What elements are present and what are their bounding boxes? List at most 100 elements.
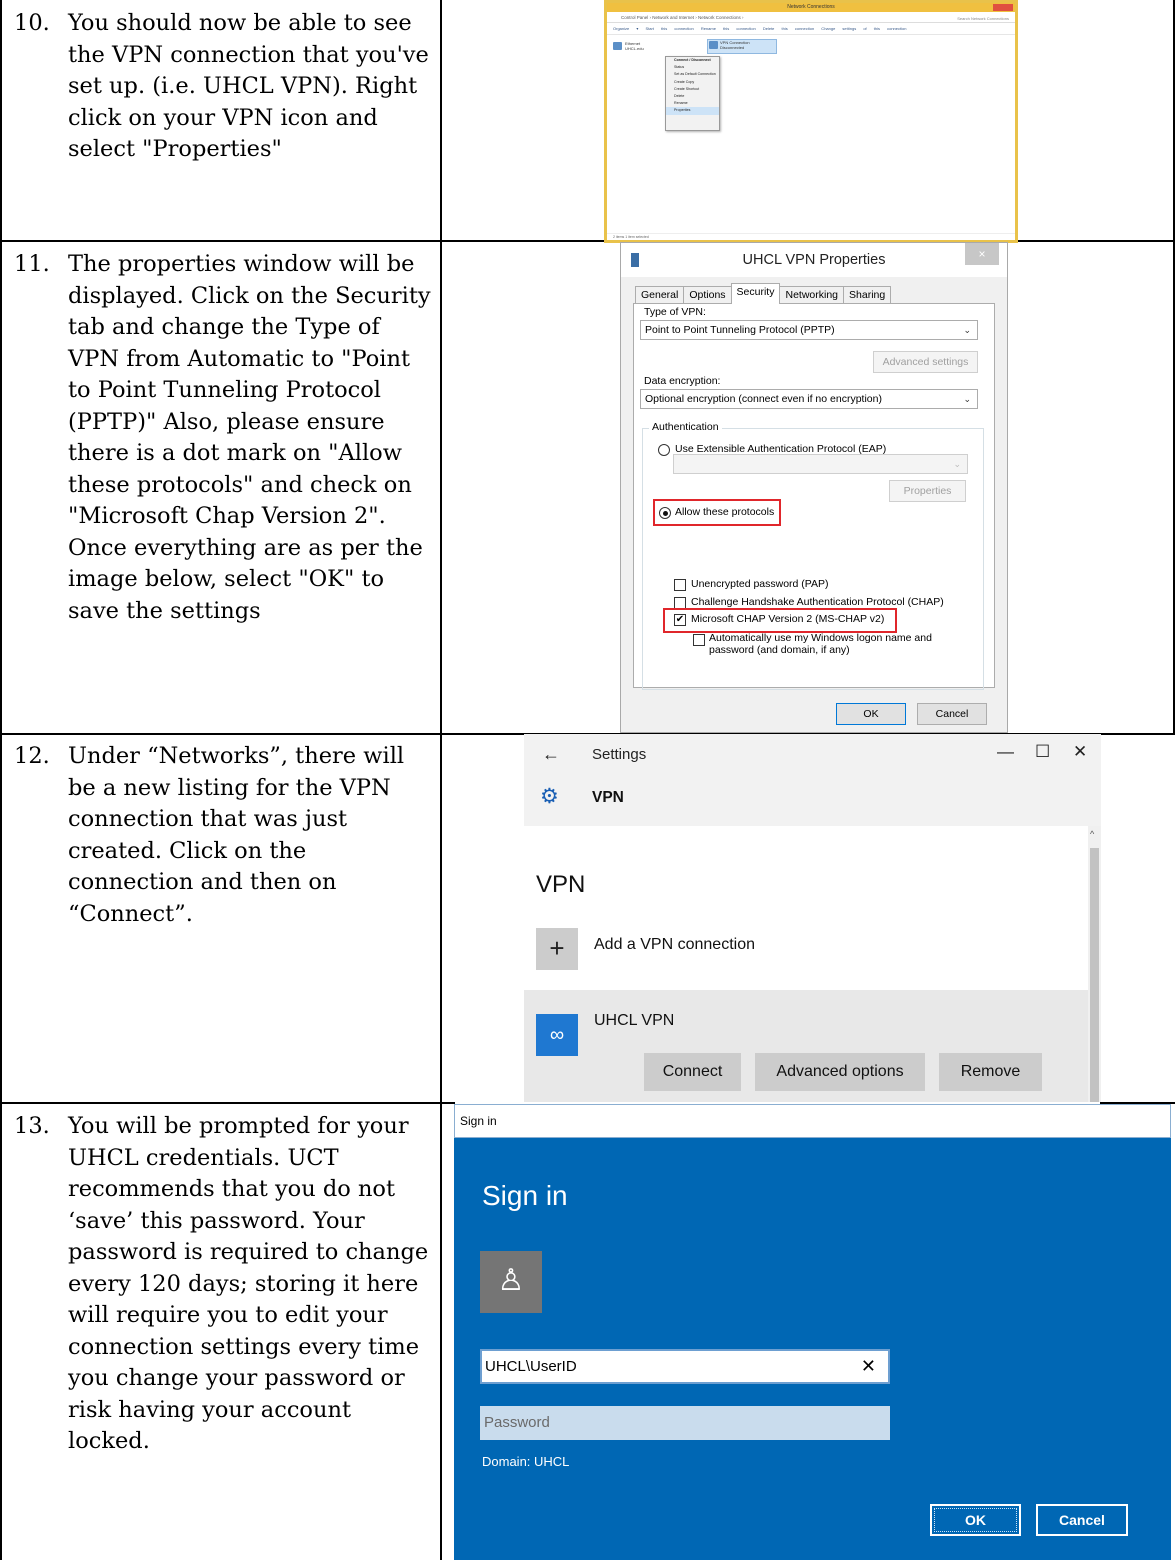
eap-radio[interactable] <box>658 444 670 456</box>
window-titlebar: Network Connections <box>607 3 1015 12</box>
tab-strip: General Options Security Networking Shar… <box>635 283 892 304</box>
scrollbar-thumb[interactable] <box>1090 848 1099 1102</box>
remove-button[interactable]: Remove <box>939 1053 1042 1091</box>
vpn-connection-item[interactable]: ∞ UHCL VPN Connect Advanced options Remo… <box>524 990 1088 1102</box>
app-title: Settings <box>592 746 647 763</box>
chap-label: Challenge Handshake Authentication Proto… <box>691 596 944 608</box>
maximize-icon[interactable]: ☐ <box>1035 742 1050 762</box>
allow-protocols-label: Allow these protocols <box>675 506 775 518</box>
dialog-titlebar: UHCL VPN Properties × <box>621 243 1007 277</box>
tab-sharing[interactable]: Sharing <box>843 286 892 304</box>
mschap-label: Microsoft CHAP Version 2 (MS-CHAP v2) <box>691 613 885 625</box>
vpn-type-label: Type of VPN: <box>644 306 706 318</box>
vpn-type-value: Point to Point Tunneling Protocol (PPTP) <box>645 324 835 336</box>
cancel-button[interactable]: Cancel <box>1036 1504 1128 1536</box>
eap-properties-button[interactable]: Properties <box>889 480 966 502</box>
gear-icon: ⚙ <box>540 785 559 808</box>
connection-item-ethernet[interactable]: Ethernet UHCL.edu <box>613 41 663 51</box>
table-border-left <box>0 0 2 1560</box>
auto-logon-label-2: password (and domain, if any) <box>709 644 850 656</box>
allow-protocols-radio[interactable] <box>659 507 671 519</box>
settings-vpn-screenshot: ← Settings — ☐ ✕ ⚙ VPN ^ VPN + Add a VPN… <box>524 734 1101 1102</box>
status-bar: 2 items 1 item selected <box>607 233 1015 240</box>
tab-security[interactable]: Security <box>730 283 781 304</box>
connection-item-vpn[interactable]: VPN Connection Disconnected <box>707 39 777 54</box>
step-number: 11. <box>14 251 50 277</box>
mschap-checkbox[interactable]: ✔ <box>674 614 686 626</box>
pap-label: Unencrypted password (PAP) <box>691 578 829 590</box>
step-number: 12. <box>14 743 50 769</box>
sign-in-heading: Sign in <box>482 1180 568 1211</box>
username-field[interactable]: UHCL\UserID ✕ <box>480 1349 890 1384</box>
step-10: 10. You should now be able to see the VP… <box>14 8 434 166</box>
user-avatar-icon: ♙ <box>480 1251 542 1313</box>
advanced-settings-button[interactable]: Advanced settings <box>873 351 978 373</box>
step-11: 11. The properties window will be displa… <box>14 249 434 627</box>
ok-button[interactable]: OK <box>930 1504 1021 1536</box>
menu-item-set-default[interactable]: Set as Default Connection <box>666 71 719 78</box>
clear-icon[interactable]: ✕ <box>861 1351 876 1382</box>
scrollbar[interactable]: ^ <box>1088 826 1101 1102</box>
search-box[interactable]: Search Network Connections <box>957 13 1009 24</box>
menu-item-rename[interactable]: Rename <box>666 100 719 107</box>
step-number: 10. <box>14 10 50 36</box>
network-connections-screenshot: Network Connections Control Panel › Netw… <box>604 0 1018 243</box>
encryption-select[interactable]: Optional encryption (connect even if no … <box>640 389 978 409</box>
section-title: VPN <box>536 871 586 898</box>
vpn-type-select[interactable]: Point to Point Tunneling Protocol (PPTP)… <box>640 320 978 340</box>
address-bar[interactable]: Control Panel › Network and Internet › N… <box>607 12 1015 23</box>
step-12: 12. Under “Networks”, there will be a ne… <box>14 741 434 930</box>
encryption-value: Optional encryption (connect even if no … <box>645 393 882 405</box>
step-13: 13. You will be prompted for your UHCL c… <box>14 1111 434 1458</box>
page-title: VPN <box>592 789 624 806</box>
close-button[interactable]: × <box>965 243 999 265</box>
connect-button[interactable]: Connect <box>644 1053 741 1091</box>
tab-general[interactable]: General <box>635 286 685 304</box>
scroll-up-icon[interactable]: ^ <box>1090 829 1094 839</box>
address-path: Control Panel › Network and Internet › N… <box>621 15 744 20</box>
window-controls[interactable] <box>993 4 1013 11</box>
minimize-icon[interactable]: — <box>997 742 1014 762</box>
password-field[interactable]: Password <box>480 1406 890 1440</box>
network-adapter-icon <box>613 42 622 50</box>
step-text: You will be prompted for your UHCL crede… <box>68 1113 429 1454</box>
vpn-adapter-icon <box>709 41 718 49</box>
command-bar[interactable]: Organize ▾ Start this connection Rename … <box>607 23 1015 35</box>
step-text: Under “Networks”, there will be a new li… <box>68 743 405 927</box>
sign-in-pane: Sign in ♙ UHCL\UserID ✕ Password Domain:… <box>454 1138 1171 1560</box>
context-menu: Connect / Disconnect Status Set as Defau… <box>665 56 720 131</box>
add-icon[interactable]: + <box>536 928 578 970</box>
table-border-middle <box>440 0 442 1560</box>
sign-in-screenshot: Sign in Sign in ♙ UHCL\UserID ✕ Password… <box>454 1104 1171 1560</box>
dialog-app-icon <box>631 253 639 267</box>
eap-method-select[interactable]: ⌄ <box>673 454 968 474</box>
auto-logon-checkbox[interactable] <box>693 634 705 646</box>
domain-label: Domain: UHCL <box>482 1454 570 1469</box>
item-sub: UHCL.edu <box>625 46 644 51</box>
menu-item-status[interactable]: Status <box>666 64 719 71</box>
window-title: Network Connections <box>787 4 835 10</box>
table-row-divider <box>0 1102 455 1104</box>
menu-item-delete[interactable]: Delete <box>666 93 719 100</box>
auto-logon-label-1: Automatically use my Windows logon name … <box>709 632 932 644</box>
username-value: UHCL\UserID <box>485 1358 577 1375</box>
advanced-options-button[interactable]: Advanced options <box>755 1053 925 1091</box>
menu-item-create-copy[interactable]: Create Copy <box>666 79 719 86</box>
ok-button[interactable]: OK <box>836 703 906 725</box>
authentication-group-title: Authentication <box>649 421 722 433</box>
encryption-label: Data encryption: <box>644 375 721 387</box>
add-vpn-connection-link[interactable]: Add a VPN connection <box>594 936 755 954</box>
tab-options[interactable]: Options <box>683 286 732 304</box>
pap-checkbox[interactable] <box>674 579 686 591</box>
tab-networking[interactable]: Networking <box>779 286 845 304</box>
chevron-down-icon: ⌄ <box>953 459 961 469</box>
menu-item-connect[interactable]: Connect / Disconnect <box>666 57 719 64</box>
menu-item-create-shortcut[interactable]: Create Shortcut <box>666 86 719 93</box>
menu-item-properties[interactable]: Properties <box>666 107 719 115</box>
vpn-icon: ∞ <box>536 1014 578 1056</box>
cancel-button[interactable]: Cancel <box>917 703 987 725</box>
back-arrow-icon[interactable]: ← <box>542 744 560 765</box>
close-icon[interactable]: ✕ <box>1073 742 1087 762</box>
chevron-down-icon: ⌄ <box>963 394 971 404</box>
step-text: You should now be able to see the VPN co… <box>68 10 429 162</box>
